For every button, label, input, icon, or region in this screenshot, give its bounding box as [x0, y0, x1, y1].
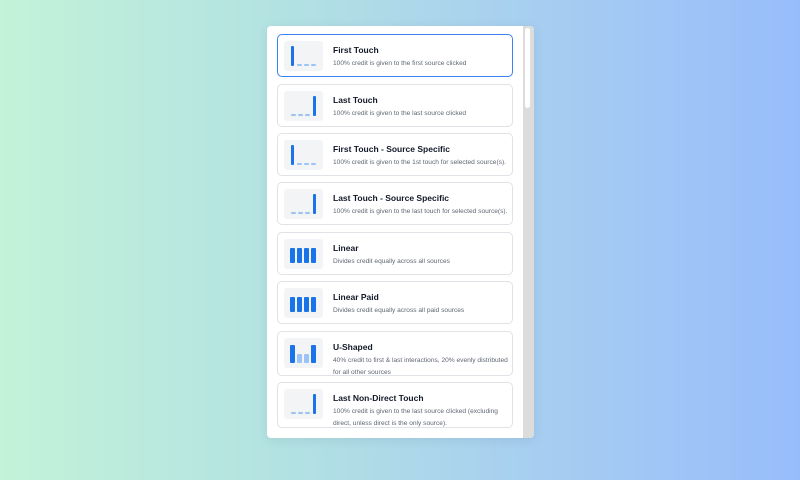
first-touch-icon	[284, 41, 323, 71]
attribution-model-list: First Touch 100% credit is given to the …	[267, 26, 522, 438]
model-description: Divides credit equally across all paid s…	[333, 307, 465, 314]
model-description: 100% credit is given to the first source…	[333, 60, 467, 67]
model-description: 100% credit is given to the last source …	[333, 110, 467, 117]
model-option-last-touch-source-specific[interactable]: Last Touch - Source Specific 100% credit…	[277, 182, 513, 225]
model-description: 100% credit is given to the last source …	[333, 408, 498, 427]
model-option-u-shaped[interactable]: U-Shaped 40% credit to first & last inte…	[277, 331, 513, 376]
model-title: U-Shaped	[333, 342, 373, 352]
model-option-last-touch[interactable]: Last Touch 100% credit is given to the l…	[277, 84, 513, 127]
model-title: Last Touch	[333, 95, 378, 105]
model-title: Linear	[333, 243, 359, 253]
last-touch-icon	[284, 91, 323, 121]
model-description: 40% credit to first & last interactions,…	[333, 357, 508, 376]
model-option-linear-paid[interactable]: Linear Paid Divides credit equally acros…	[277, 281, 513, 324]
last-touch-icon	[284, 389, 323, 419]
attribution-model-dropdown: First Touch 100% credit is given to the …	[267, 26, 534, 438]
model-title: First Touch	[333, 45, 379, 55]
linear-icon	[284, 239, 323, 269]
model-title: Last Non-Direct Touch	[333, 393, 424, 403]
first-touch-icon	[284, 140, 323, 170]
scrollbar[interactable]	[523, 26, 534, 438]
model-description: 100% credit is given to the 1st touch fo…	[333, 159, 506, 166]
model-option-last-non-direct-touch[interactable]: Last Non-Direct Touch 100% credit is giv…	[277, 382, 513, 428]
model-option-linear[interactable]: Linear Divides credit equally across all…	[277, 232, 513, 275]
model-option-first-touch-source-specific[interactable]: First Touch - Source Specific 100% credi…	[277, 133, 513, 176]
model-title: Last Touch - Source Specific	[333, 193, 450, 203]
last-touch-icon	[284, 189, 323, 219]
model-title: First Touch - Source Specific	[333, 144, 450, 154]
model-description: 100% credit is given to the last touch f…	[333, 208, 508, 215]
model-description: Divides credit equally across all source…	[333, 258, 450, 265]
linear-icon	[284, 288, 323, 318]
scrollbar-thumb[interactable]	[525, 28, 530, 108]
model-title: Linear Paid	[333, 292, 379, 302]
model-option-first-touch[interactable]: First Touch 100% credit is given to the …	[277, 34, 513, 77]
u-shaped-icon	[284, 338, 323, 368]
